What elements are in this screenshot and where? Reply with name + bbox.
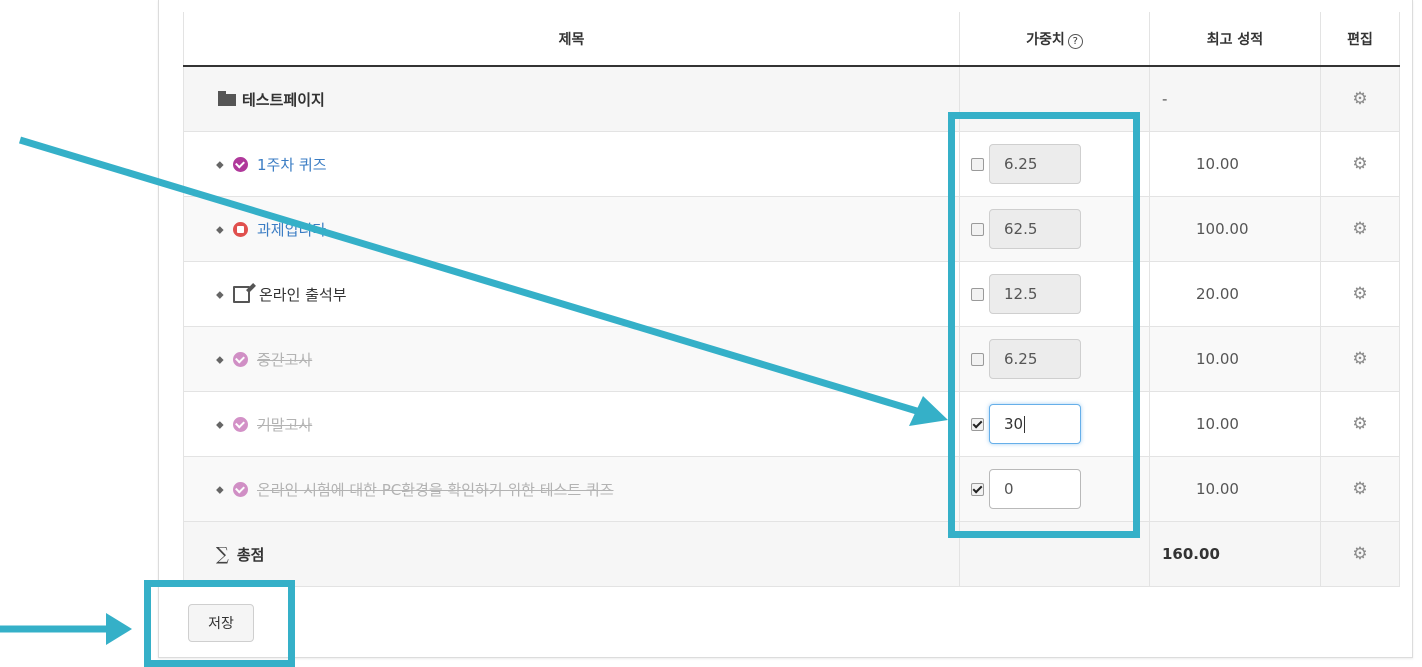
save-button[interactable]: 저장 bbox=[188, 604, 254, 642]
category-weight-cell bbox=[959, 65, 1150, 132]
gear-icon[interactable]: ⚙ bbox=[1352, 286, 1367, 303]
max-grade-column-header: 최고 성적 bbox=[1149, 12, 1321, 67]
assign-icon bbox=[233, 221, 248, 237]
max-grade-cell: 20.00 bbox=[1149, 261, 1321, 327]
weight-cell: 30 bbox=[959, 391, 1150, 457]
gear-icon[interactable]: ⚙ bbox=[1352, 351, 1367, 368]
move-icon[interactable]: ⬥ bbox=[216, 483, 229, 496]
gradebook-setup-table: 제목 가중치? 최고 성적 편집 테스트페이지 - ⚙ ⬥ 1주차 퀴즈 6.2… bbox=[183, 12, 1400, 587]
edit-cell: ⚙ bbox=[1320, 131, 1400, 197]
weight-override-checkbox[interactable] bbox=[971, 222, 984, 236]
text-caret bbox=[1024, 415, 1026, 433]
item-name-cell: ⬥ 과제입니다. bbox=[183, 196, 960, 262]
weight-input[interactable]: 6.25 bbox=[989, 144, 1081, 184]
item-name-cell: ⬥ 1주차 퀴즈 bbox=[183, 131, 960, 197]
title-column-header: 제목 bbox=[183, 12, 960, 67]
weight-input[interactable]: 6.25 bbox=[989, 339, 1081, 379]
edit-cell: ⚙ bbox=[1320, 261, 1400, 327]
gear-icon[interactable]: ⚙ bbox=[1352, 221, 1367, 238]
total-max-grade: 160.00 bbox=[1149, 521, 1321, 587]
arrow-head-save bbox=[106, 613, 132, 645]
edit-icon bbox=[233, 285, 250, 303]
total-name-cell: ∑ 총점 bbox=[183, 521, 960, 587]
quiz-icon bbox=[233, 156, 248, 172]
weight-input[interactable]: 12.5 bbox=[989, 274, 1081, 314]
total-edit-cell: ⚙ bbox=[1320, 521, 1400, 587]
edit-cell: ⚙ bbox=[1320, 326, 1400, 392]
weight-input[interactable]: 62.5 bbox=[989, 209, 1081, 249]
max-grade-cell: 10.00 bbox=[1149, 326, 1321, 392]
weight-cell: 62.5 bbox=[959, 196, 1150, 262]
quiz-icon bbox=[233, 351, 248, 367]
edit-column-header: 편집 bbox=[1320, 12, 1400, 67]
weight-override-checkbox[interactable] bbox=[971, 417, 984, 431]
move-icon[interactable]: ⬥ bbox=[216, 353, 229, 366]
item-name-cell: ⬥ 중간고사 bbox=[183, 326, 960, 392]
weight-input[interactable]: 30 bbox=[989, 404, 1081, 444]
category-row: 테스트페이지 - ⚙ bbox=[183, 65, 1400, 132]
grade-item-row: ⬥ 1주차 퀴즈 6.25 10.00 ⚙ bbox=[183, 131, 1400, 197]
edit-cell: ⚙ bbox=[1320, 196, 1400, 262]
gear-icon[interactable]: ⚙ bbox=[1352, 91, 1367, 108]
quiz-icon bbox=[233, 481, 248, 497]
category-name-cell: 테스트페이지 bbox=[183, 65, 960, 132]
grade-item-row: ⬥ 중간고사 6.25 10.00 ⚙ bbox=[183, 326, 1400, 392]
category-max-grade: - bbox=[1149, 65, 1321, 132]
weight-cell: 6.25 bbox=[959, 326, 1150, 392]
sigma-icon: ∑ bbox=[216, 543, 229, 565]
weight-cell: 12.5 bbox=[959, 261, 1150, 327]
max-grade-cell: 10.00 bbox=[1149, 391, 1321, 457]
item-name-cell: ⬥ 온라인 시험에 대한 PC환경을 확인하기 위한 테스트 퀴즈 bbox=[183, 456, 960, 522]
move-icon[interactable]: ⬥ bbox=[216, 418, 229, 431]
move-icon[interactable]: ⬥ bbox=[216, 158, 229, 171]
grade-item-row: ⬥ 온라인 출석부 12.5 20.00 ⚙ bbox=[183, 261, 1400, 327]
item-name[interactable]: 중간고사 bbox=[257, 349, 312, 370]
quiz-icon bbox=[233, 416, 248, 432]
weight-override-checkbox[interactable] bbox=[971, 157, 984, 171]
max-grade-cell: 10.00 bbox=[1149, 131, 1321, 197]
gear-icon[interactable]: ⚙ bbox=[1352, 156, 1367, 173]
gear-icon[interactable]: ⚙ bbox=[1352, 416, 1367, 433]
category-edit-cell: ⚙ bbox=[1320, 65, 1400, 132]
max-grade-cell: 100.00 bbox=[1149, 196, 1321, 262]
edit-cell: ⚙ bbox=[1320, 456, 1400, 522]
max-grade-cell: 10.00 bbox=[1149, 456, 1321, 522]
grade-item-row: ⬥ 온라인 시험에 대한 PC환경을 확인하기 위한 테스트 퀴즈 0 10.0… bbox=[183, 456, 1400, 522]
weight-column-header: 가중치? bbox=[959, 12, 1150, 67]
gear-icon[interactable]: ⚙ bbox=[1352, 481, 1367, 498]
weight-override-checkbox[interactable] bbox=[971, 352, 984, 366]
move-icon[interactable]: ⬥ bbox=[216, 288, 229, 301]
weight-cell: 0 bbox=[959, 456, 1150, 522]
item-name-cell: ⬥ 온라인 출석부 bbox=[183, 261, 960, 327]
weight-override-checkbox[interactable] bbox=[971, 482, 984, 496]
grade-item-row: ⬥ 기말고사 30 10.00 ⚙ bbox=[183, 391, 1400, 457]
folder-icon bbox=[218, 90, 236, 106]
item-name[interactable]: 기말고사 bbox=[257, 414, 312, 435]
grade-item-row: ⬥ 과제입니다. 62.5 100.00 ⚙ bbox=[183, 196, 1400, 262]
edit-cell: ⚙ bbox=[1320, 391, 1400, 457]
category-name: 테스트페이지 bbox=[242, 90, 325, 109]
item-name: 온라인 출석부 bbox=[259, 285, 347, 304]
table-header: 제목 가중치? 최고 성적 편집 bbox=[183, 12, 1400, 67]
weight-input[interactable]: 0 bbox=[989, 469, 1081, 509]
weight-cell: 6.25 bbox=[959, 131, 1150, 197]
weight-override-checkbox[interactable] bbox=[971, 287, 984, 301]
total-label: 총점 bbox=[236, 545, 265, 564]
question-circle-icon[interactable]: ? bbox=[1067, 33, 1083, 49]
item-name[interactable]: 1주차 퀴즈 bbox=[257, 154, 327, 175]
item-name-cell: ⬥ 기말고사 bbox=[183, 391, 960, 457]
move-icon[interactable]: ⬥ bbox=[216, 223, 229, 236]
item-name[interactable]: 과제입니다. bbox=[257, 219, 331, 240]
total-weight-cell bbox=[959, 521, 1150, 587]
total-row: ∑ 총점 160.00 ⚙ bbox=[183, 521, 1400, 587]
item-name[interactable]: 온라인 시험에 대한 PC환경을 확인하기 위한 테스트 퀴즈 bbox=[257, 479, 614, 500]
gear-icon[interactable]: ⚙ bbox=[1352, 546, 1367, 563]
